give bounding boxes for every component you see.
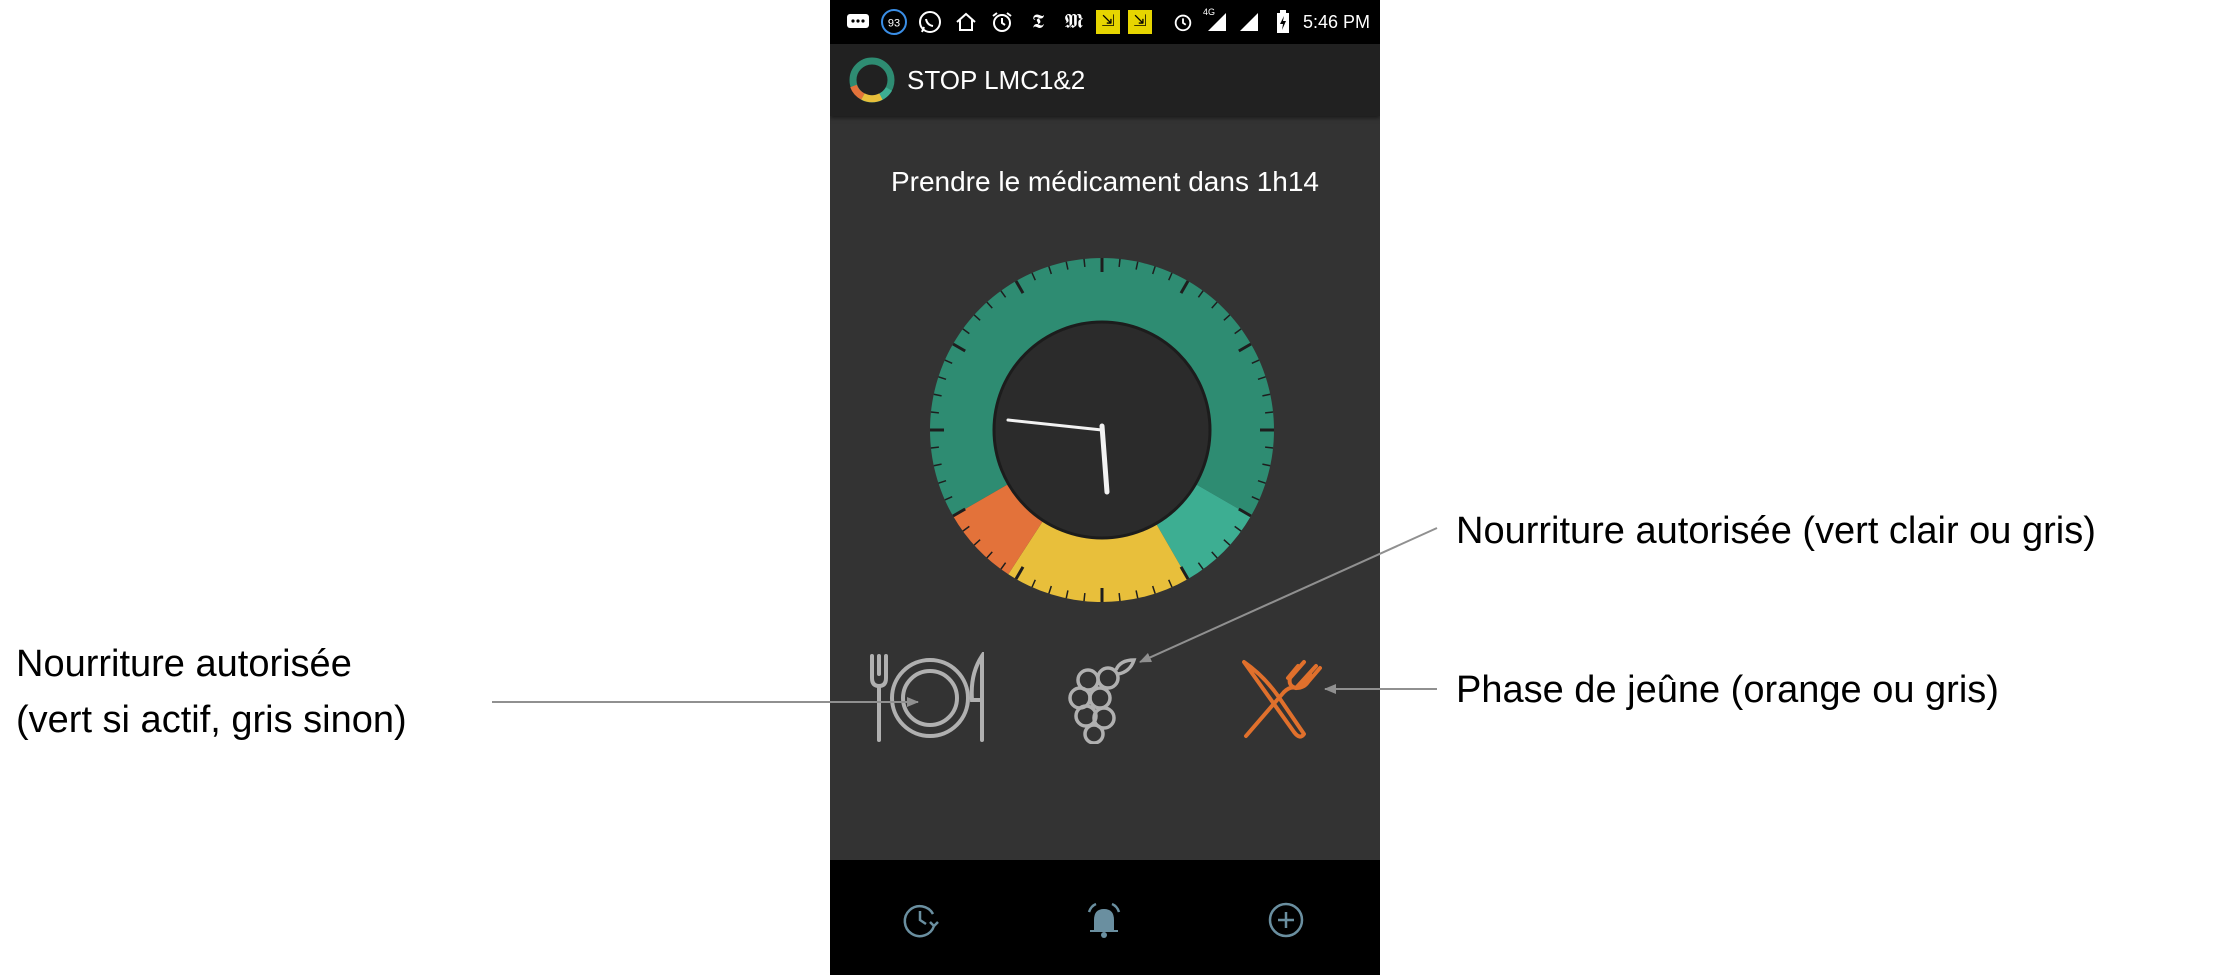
annotation-right-bottom: Phase de jeûne (orange ou gris) — [1456, 669, 1999, 711]
clock-tick — [930, 411, 939, 414]
phone-screen: 93 𝕿 𝕸 ⇲ ⇲ 4G 5:46 PM STOP LMC1&2 Prendr… — [830, 0, 1380, 975]
nytimes-icon: 𝕿 — [1031, 11, 1045, 33]
crossed-fork-knife-icon — [1242, 660, 1322, 739]
app-notification-icon-2: ⇲ — [1128, 10, 1152, 34]
app-notification-icon: ⇲ — [1096, 10, 1120, 34]
network-label: 4G — [1202, 7, 1215, 17]
signal-icon — [1235, 8, 1263, 36]
message-icon — [844, 8, 872, 36]
add-circle-icon[interactable] — [1266, 900, 1306, 940]
clock-tick — [930, 446, 939, 449]
app-title: STOP LMC1&2 — [907, 64, 1086, 95]
annotation-left-line2: (vert si actif, gris sinon) — [16, 699, 407, 741]
home-icon — [952, 8, 980, 36]
grapes-icon — [1068, 658, 1137, 744]
clock-tick — [1265, 446, 1274, 449]
bottom-navigation — [830, 860, 1380, 975]
status-time: 5:46 PM — [1302, 11, 1370, 32]
alarm-bell-icon[interactable] — [1084, 900, 1124, 940]
plate-fork-knife-icon — [870, 652, 984, 742]
clock-tick — [1118, 258, 1121, 267]
app-bar: STOP LMC1&2 — [830, 44, 1380, 116]
annotation-right-top: Nourriture autorisée (vert clair ou gris… — [1456, 510, 2096, 552]
clock-tick — [1265, 411, 1274, 414]
alarm-status-icon — [1169, 8, 1197, 36]
medication-clock-dial — [930, 257, 1274, 602]
medication-countdown-text: Prendre le médicament dans 1h14 — [890, 166, 1320, 197]
clock-tick — [1083, 593, 1086, 602]
annotation-left-line1: Nourriture autorisée — [16, 643, 352, 685]
whatsapp-icon — [916, 8, 944, 36]
annotation-left: Nourriture autorisée (vert si actif, gri… — [16, 636, 407, 748]
notification-badge-icon: 93 — [880, 8, 908, 36]
clock-tick — [1118, 593, 1121, 602]
battery-charging-icon — [1269, 8, 1297, 36]
status-bar: 93 𝕿 𝕸 ⇲ ⇲ 4G 5:46 PM — [830, 0, 1380, 44]
network-4g-icon: 4G — [1203, 8, 1229, 36]
alarm-icon — [988, 8, 1016, 36]
history-clock-icon[interactable] — [900, 900, 940, 940]
app-logo-icon — [849, 57, 895, 103]
clock-tick — [1083, 258, 1086, 267]
notification-badge-count: 93 — [888, 18, 900, 30]
lemonde-icon: 𝕸 — [1064, 11, 1084, 33]
